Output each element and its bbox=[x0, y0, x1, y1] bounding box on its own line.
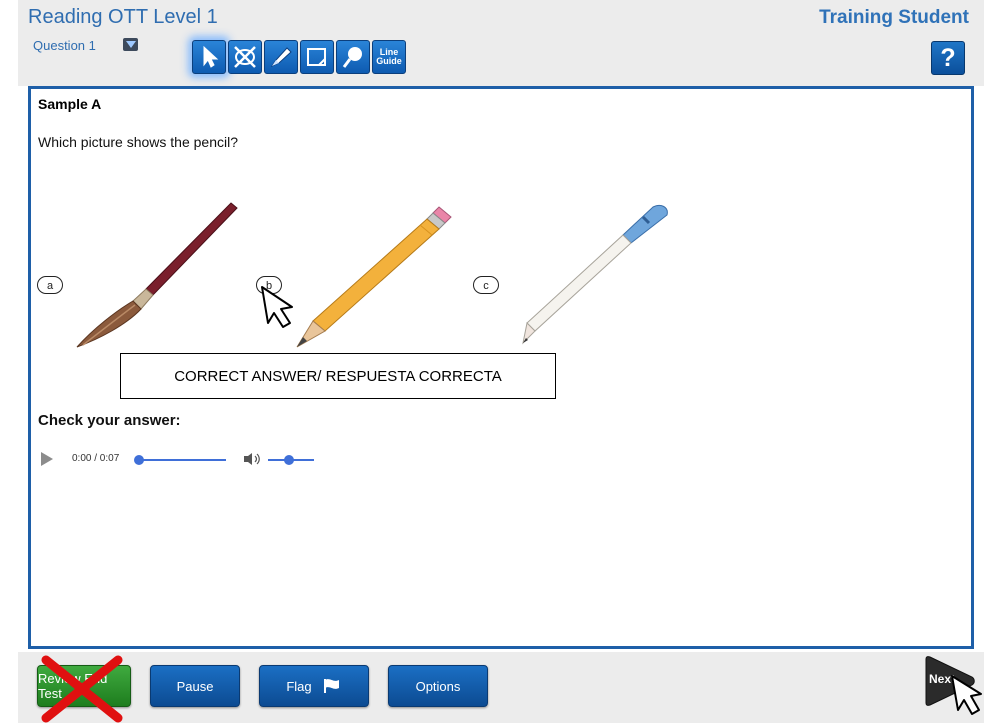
student-name: Training Student bbox=[819, 7, 969, 28]
next-label: Next bbox=[929, 672, 956, 686]
volume-icon[interactable] bbox=[243, 452, 261, 466]
pen-image[interactable] bbox=[513, 201, 683, 351]
choice-b-bubble[interactable]: b bbox=[256, 276, 282, 294]
question-panel: Sample A Which picture shows the pencil?… bbox=[28, 86, 974, 649]
play-icon[interactable] bbox=[40, 452, 54, 466]
highlighter-button[interactable] bbox=[264, 40, 298, 74]
test-title: Reading OTT Level 1 bbox=[28, 6, 218, 28]
answer-eliminator-icon bbox=[234, 46, 256, 68]
choice-c-bubble[interactable]: c bbox=[473, 276, 499, 294]
question-prompt: Which picture shows the pencil? bbox=[38, 134, 238, 150]
notepad-button[interactable] bbox=[300, 40, 334, 74]
line-guide-label: Line Guide bbox=[376, 47, 402, 66]
options-button[interactable]: Options bbox=[388, 665, 488, 707]
highlighter-icon bbox=[270, 47, 292, 68]
audio-seek-track[interactable] bbox=[136, 459, 226, 461]
choice-a-bubble[interactable]: a bbox=[37, 276, 63, 294]
answer-eliminator-button[interactable] bbox=[228, 40, 262, 74]
pencil-image[interactable] bbox=[289, 201, 459, 351]
audio-time: 0:00 / 0:07 bbox=[72, 453, 120, 464]
flag-label: Flag bbox=[286, 678, 312, 694]
flag-button[interactable]: Flag bbox=[259, 665, 369, 707]
flag-icon bbox=[323, 679, 339, 693]
review-end-test-button[interactable]: Review End Test bbox=[37, 665, 131, 707]
volume-handle[interactable] bbox=[284, 455, 294, 465]
pointer-arrow-icon bbox=[203, 45, 219, 68]
audio-seek-handle[interactable] bbox=[134, 455, 144, 465]
line-guide-button[interactable]: Line Guide bbox=[372, 40, 406, 74]
magnifier-button[interactable] bbox=[336, 40, 370, 74]
chevron-down-icon bbox=[125, 41, 136, 48]
pause-button[interactable]: Pause bbox=[150, 665, 240, 707]
audio-player: 0:00 / 0:07 bbox=[38, 448, 338, 470]
sample-title: Sample A bbox=[38, 96, 102, 112]
correct-answer-callout: CORRECT ANSWER/ RESPUESTA CORRECTA bbox=[120, 353, 556, 399]
question-dropdown-button[interactable] bbox=[123, 38, 138, 51]
paintbrush-image[interactable] bbox=[71, 199, 241, 349]
check-answer-label: Check your answer: bbox=[38, 412, 181, 429]
question-number: Question 1 bbox=[33, 38, 96, 53]
notepad-icon bbox=[307, 48, 326, 66]
help-button[interactable]: ? bbox=[931, 41, 965, 75]
magnifier-icon bbox=[342, 47, 362, 68]
pointer-tool-button[interactable] bbox=[192, 40, 226, 74]
